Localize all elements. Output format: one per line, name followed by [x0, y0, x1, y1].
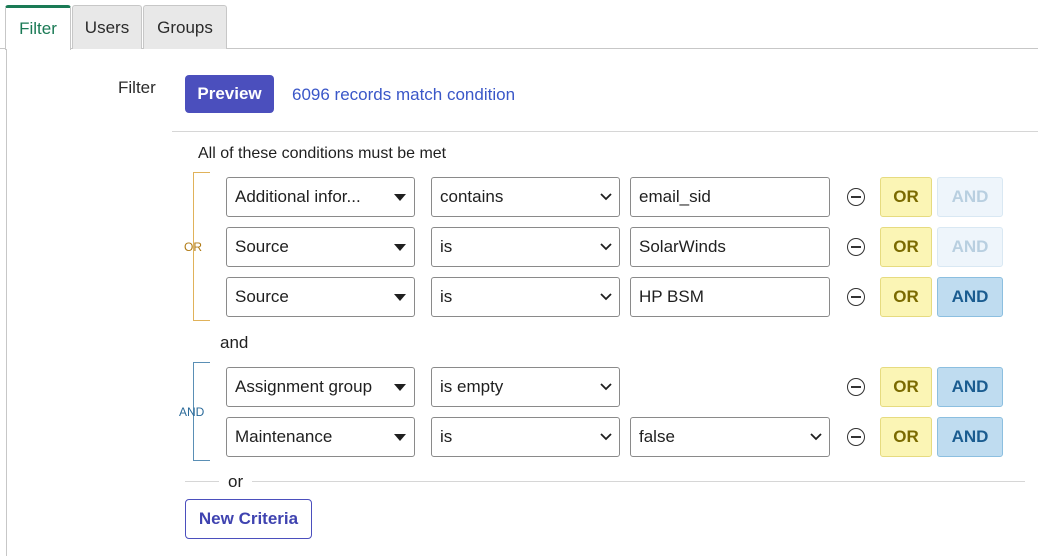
- records-match-link[interactable]: 6096 records match condition: [292, 85, 515, 105]
- conditions-title: All of these conditions must be met: [198, 145, 447, 162]
- remove-condition-icon[interactable]: [847, 238, 865, 256]
- and-button[interactable]: AND: [937, 367, 1003, 407]
- value-select[interactable]: false: [630, 417, 830, 457]
- operator-select-value: is empty: [440, 377, 504, 396]
- divider: [172, 131, 1038, 132]
- chevron-down-icon: [810, 433, 822, 441]
- filter-label: Filter: [118, 78, 156, 97]
- and-group-label: AND: [179, 405, 205, 419]
- remove-condition-icon[interactable]: [847, 378, 865, 396]
- value-input-text: email_sid: [639, 187, 711, 206]
- caret-down-icon: [394, 244, 406, 251]
- tab-filter[interactable]: Filter: [5, 5, 71, 50]
- and-button: AND: [937, 227, 1003, 267]
- or-separator-line: [252, 481, 1025, 482]
- or-separator-label: or: [228, 472, 244, 491]
- and-button: AND: [937, 177, 1003, 217]
- operator-select-value: is: [440, 427, 453, 446]
- chevron-down-icon: [600, 193, 612, 201]
- or-button[interactable]: OR: [880, 177, 932, 217]
- value-select-value: false: [639, 427, 675, 446]
- tab-groups[interactable]: Groups: [143, 5, 227, 49]
- field-select[interactable]: Maintenance: [226, 417, 415, 457]
- chevron-down-icon: [600, 293, 612, 301]
- value-input[interactable]: SolarWinds: [630, 227, 830, 267]
- or-button[interactable]: OR: [880, 367, 932, 407]
- or-group-label: OR: [184, 240, 202, 254]
- operator-select[interactable]: is: [431, 277, 620, 317]
- value-input-text: HP BSM: [639, 287, 704, 306]
- remove-condition-icon[interactable]: [847, 428, 865, 446]
- tab-users[interactable]: Users: [72, 5, 142, 49]
- remove-condition-icon[interactable]: [847, 288, 865, 306]
- caret-down-icon: [394, 294, 406, 301]
- value-input-text: SolarWinds: [639, 237, 726, 256]
- field-select[interactable]: Assignment group: [226, 367, 415, 407]
- operator-select[interactable]: is: [431, 417, 620, 457]
- field-select[interactable]: Source: [226, 277, 415, 317]
- chevron-down-icon: [600, 433, 612, 441]
- group-join-label: and: [220, 333, 249, 352]
- chevron-down-icon: [600, 243, 612, 251]
- new-criteria-button[interactable]: New Criteria: [185, 499, 312, 539]
- field-select-value: Maintenance: [235, 427, 333, 446]
- field-select-value: Assignment group: [235, 377, 373, 396]
- operator-select[interactable]: contains: [431, 177, 620, 217]
- preview-button[interactable]: Preview: [185, 75, 274, 113]
- caret-down-icon: [394, 194, 406, 201]
- or-separator-line: [185, 481, 219, 482]
- or-button[interactable]: OR: [880, 417, 932, 457]
- or-button[interactable]: OR: [880, 277, 932, 317]
- or-button[interactable]: OR: [880, 227, 932, 267]
- and-button[interactable]: AND: [937, 417, 1003, 457]
- remove-condition-icon[interactable]: [847, 188, 865, 206]
- field-select[interactable]: Source: [226, 227, 415, 267]
- operator-select-value: is: [440, 287, 453, 306]
- field-select-value: Source: [235, 287, 289, 306]
- value-input[interactable]: HP BSM: [630, 277, 830, 317]
- and-button[interactable]: AND: [937, 277, 1003, 317]
- caret-down-icon: [394, 384, 406, 391]
- caret-down-icon: [394, 434, 406, 441]
- operator-select-value: is: [440, 237, 453, 256]
- operator-select[interactable]: is empty: [431, 367, 620, 407]
- field-select-value: Additional infor...: [235, 187, 361, 206]
- chevron-down-icon: [600, 383, 612, 391]
- tab-bar: Filter Users Groups: [0, 0, 1038, 50]
- field-select[interactable]: Additional infor...: [226, 177, 415, 217]
- field-select-value: Source: [235, 237, 289, 256]
- value-input[interactable]: email_sid: [630, 177, 830, 217]
- operator-select[interactable]: is: [431, 227, 620, 267]
- operator-select-value: contains: [440, 187, 504, 206]
